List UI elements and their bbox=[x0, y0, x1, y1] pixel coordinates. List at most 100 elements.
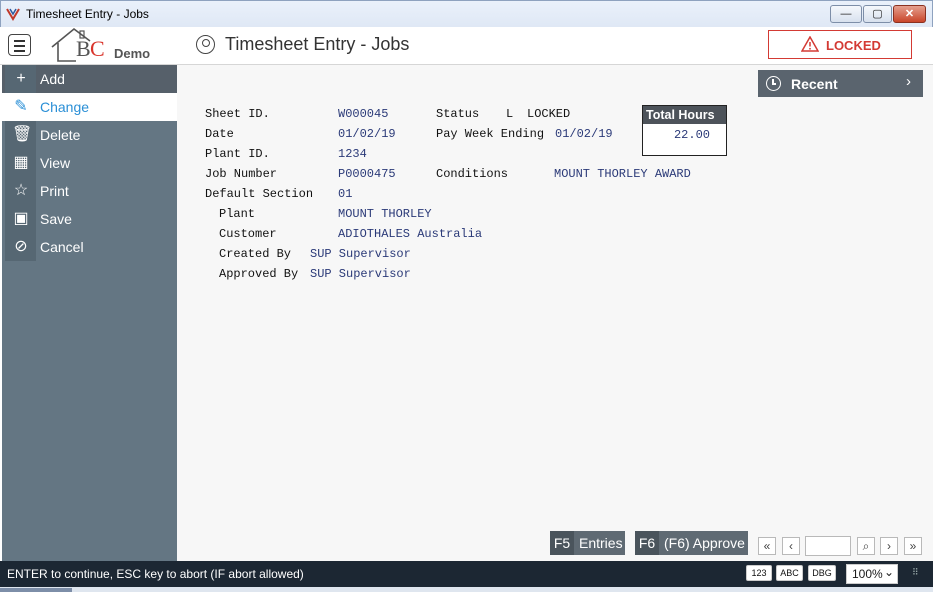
sidebar-item-change[interactable]: ✎ Change bbox=[2, 93, 177, 121]
close-icon: ✕ bbox=[904, 8, 915, 20]
f6-key: F6 bbox=[635, 531, 659, 555]
zoom-value: 100% bbox=[852, 567, 883, 581]
sidebar-item-label: View bbox=[40, 155, 71, 171]
previous-record-button[interactable]: ‹ bbox=[782, 537, 800, 555]
menu-icon-bar bbox=[14, 50, 25, 52]
zoom-select[interactable]: 100% ⌄ bbox=[846, 564, 898, 584]
numeric-mode-label: 123 bbox=[751, 568, 767, 578]
sidebar-item-print[interactable]: ☆ Print bbox=[2, 177, 177, 205]
sidebar-item-save[interactable]: ▣ Save bbox=[2, 205, 177, 233]
pay-week-label: Pay Week Ending bbox=[436, 127, 545, 141]
sidebar-item-label: Save bbox=[40, 211, 72, 227]
conditions-label: Conditions bbox=[436, 167, 509, 181]
minimize-button[interactable]: — bbox=[830, 5, 862, 23]
star-icon: ☆ bbox=[13, 182, 29, 199]
default-section-value[interactable]: 01 bbox=[338, 187, 352, 201]
sidebar-item-label: Delete bbox=[40, 127, 81, 143]
sheet-id-label: Sheet ID. bbox=[205, 107, 270, 121]
status-message: ENTER to continue, ESC key to abort (IF … bbox=[7, 567, 304, 581]
maximize-icon: ▢ bbox=[872, 8, 883, 20]
menu-icon-bar bbox=[14, 45, 25, 47]
status-bar: ENTER to continue, ESC key to abort (IF … bbox=[0, 561, 933, 587]
approved-by-label: Approved By bbox=[219, 267, 299, 281]
sidebar-icon-box: ▣ bbox=[5, 205, 36, 233]
warning-icon bbox=[801, 36, 819, 52]
chevron-down-icon: ⌄ bbox=[884, 565, 895, 579]
sidebar-item-cancel[interactable]: ⊘ Cancel bbox=[2, 233, 177, 261]
chevron-right-icon: › bbox=[887, 539, 891, 553]
sidebar-icon-box: ✎ bbox=[5, 93, 36, 121]
customer-label: Customer bbox=[219, 227, 277, 241]
approve-label: (F6) Approve bbox=[664, 535, 745, 551]
status-badge-label: LOCKED bbox=[826, 38, 881, 53]
sidebar-icon-box: 🗑 bbox=[5, 121, 36, 149]
status-label: Status bbox=[436, 107, 480, 121]
sidebar-icon-box: + bbox=[5, 65, 36, 93]
alpha-mode-button[interactable]: ABC bbox=[776, 565, 803, 581]
last-record-button[interactable]: » bbox=[904, 537, 922, 555]
table-icon: ▦ bbox=[13, 154, 29, 171]
double-chevron-left-icon: « bbox=[763, 539, 771, 553]
page-title: Timesheet Entry - Jobs bbox=[225, 34, 410, 54]
sidebar-item-label: Cancel bbox=[40, 239, 84, 255]
entries-button[interactable]: F5 Entries bbox=[550, 531, 625, 555]
total-hours-box: Total Hours 22.00 bbox=[642, 105, 727, 156]
sidebar-item-label: Change bbox=[40, 99, 90, 115]
job-number-label: Job Number bbox=[205, 167, 278, 181]
minimize-icon: — bbox=[840, 8, 852, 20]
taskbar-indicator bbox=[0, 588, 72, 592]
maximize-button[interactable]: ▢ bbox=[863, 5, 892, 23]
search-icon: ⌕ bbox=[862, 539, 870, 553]
alpha-mode-label: ABC bbox=[780, 568, 799, 578]
menu-button[interactable] bbox=[8, 34, 31, 56]
status-text-value: LOCKED bbox=[527, 107, 571, 121]
user-circle-icon bbox=[196, 35, 215, 54]
customer-value: ADIOTHALES Australia bbox=[338, 227, 483, 241]
logo-letter-c: C bbox=[90, 36, 105, 61]
status-code-value: L bbox=[506, 107, 514, 121]
sidebar-icon-box: ▦ bbox=[5, 149, 36, 177]
sidebar-item-view[interactable]: ▦ View bbox=[2, 149, 177, 177]
sheet-id-value[interactable]: W000045 bbox=[338, 107, 388, 121]
save-icon: ▣ bbox=[13, 210, 29, 227]
pay-week-value[interactable]: 01/02/19 bbox=[555, 127, 613, 141]
next-record-button[interactable]: › bbox=[880, 537, 898, 555]
approve-button[interactable]: F6 (F6) Approve bbox=[635, 531, 748, 555]
created-by-label: Created By bbox=[219, 247, 292, 261]
approved-by-value: SUP Supervisor bbox=[310, 267, 411, 281]
debug-button[interactable]: DBG bbox=[808, 565, 836, 581]
record-search-input[interactable] bbox=[805, 536, 851, 556]
conditions-value[interactable]: MOUNT THORLEY AWARD bbox=[554, 167, 691, 181]
debug-label: DBG bbox=[812, 568, 832, 578]
date-label: Date bbox=[205, 127, 234, 141]
close-button[interactable]: ✕ bbox=[893, 5, 926, 23]
cancel-icon: ⊘ bbox=[14, 238, 28, 255]
company-name: Demo bbox=[114, 46, 151, 61]
sidebar-item-add[interactable]: + Add bbox=[2, 65, 177, 93]
window-bottom-edge bbox=[0, 587, 933, 592]
numeric-mode-button[interactable]: 123 bbox=[746, 565, 772, 581]
sidebar-item-label: Add bbox=[40, 71, 65, 87]
recent-button[interactable]: Recent › bbox=[758, 70, 923, 97]
search-button[interactable]: ⌕ bbox=[857, 537, 875, 555]
app-icon bbox=[6, 8, 20, 21]
sidebar-item-delete[interactable]: 🗑 Delete bbox=[2, 121, 177, 149]
date-value[interactable]: 01/02/19 bbox=[338, 127, 396, 141]
logo-letter-b: B bbox=[76, 36, 91, 61]
entries-label: Entries bbox=[579, 535, 623, 551]
sidebar-icon-box: ☆ bbox=[5, 177, 36, 205]
recent-label: Recent bbox=[791, 76, 838, 92]
app-header: B C Demo Timesheet Entry - Jobs LOCKED bbox=[0, 27, 933, 65]
window-title-bar: Timesheet Entry - Jobs — ▢ ✕ bbox=[0, 0, 933, 27]
sidebar: + Add ✎ Change 🗑 Delete ▦ View ☆ Print ▣… bbox=[2, 65, 177, 561]
job-number-value[interactable]: P0000475 bbox=[338, 167, 396, 181]
sidebar-item-label: Print bbox=[40, 183, 69, 199]
main-panel: Recent › Sheet ID. W000045 Status L LOCK… bbox=[177, 65, 933, 561]
plant-id-value[interactable]: 1234 bbox=[338, 147, 367, 161]
created-by-value: SUP Supervisor bbox=[310, 247, 411, 261]
plant-value: MOUNT THORLEY bbox=[338, 207, 432, 221]
first-record-button[interactable]: « bbox=[758, 537, 776, 555]
resize-grip-icon[interactable]: ⠿ bbox=[912, 567, 919, 578]
chevron-left-icon: ‹ bbox=[789, 539, 793, 553]
chevron-right-icon: › bbox=[906, 73, 911, 90]
